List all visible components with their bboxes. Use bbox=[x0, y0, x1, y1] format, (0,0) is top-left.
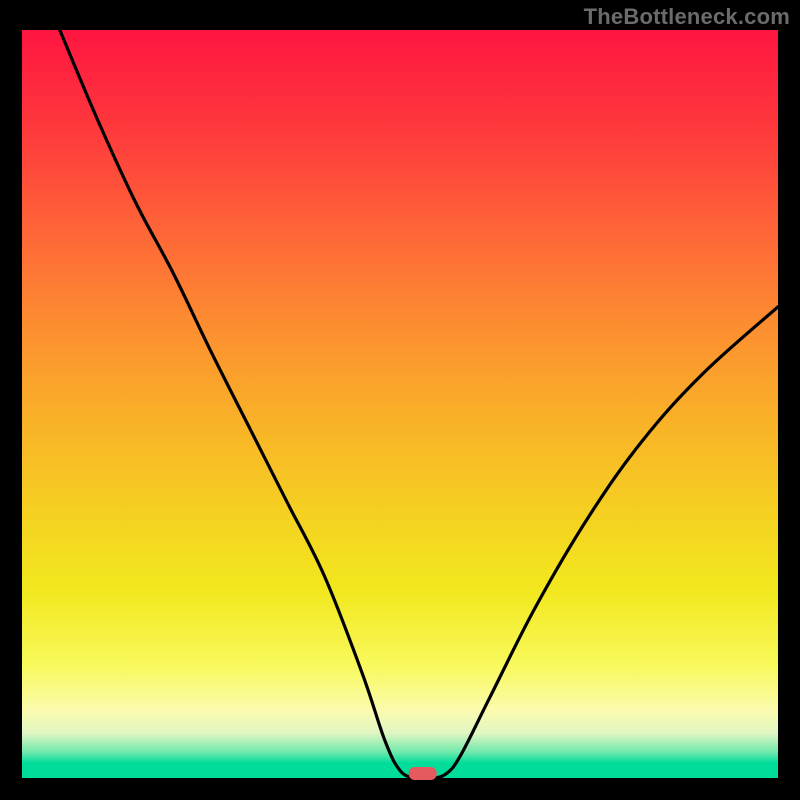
plot-area bbox=[22, 30, 778, 778]
watermark-text: TheBottleneck.com bbox=[584, 4, 790, 30]
minimum-marker bbox=[409, 767, 437, 780]
bottleneck-curve-svg bbox=[22, 30, 778, 778]
chart-frame: TheBottleneck.com bbox=[0, 0, 800, 800]
bottleneck-curve-path bbox=[60, 30, 778, 779]
